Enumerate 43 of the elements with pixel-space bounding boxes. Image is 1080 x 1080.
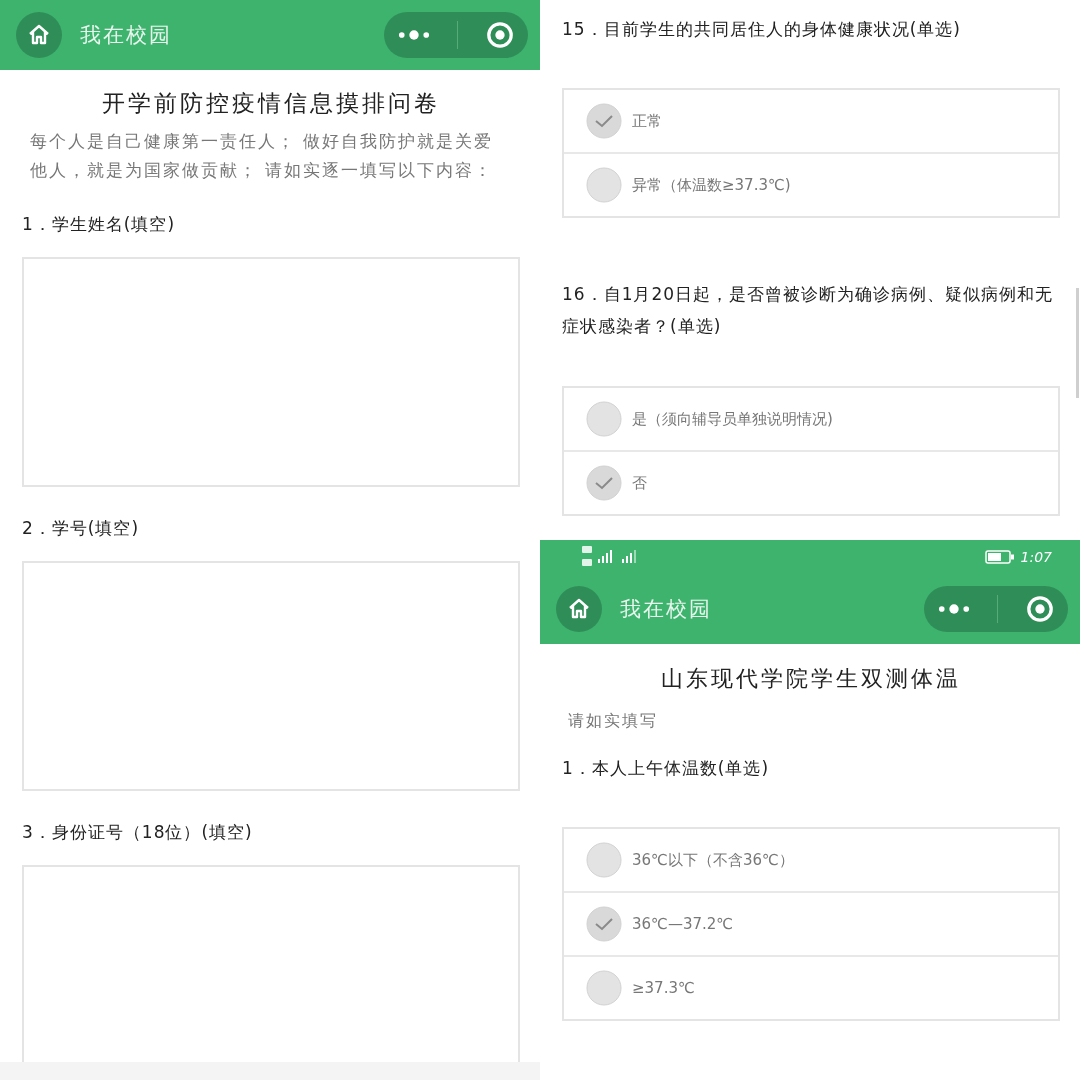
option-label: 否 bbox=[632, 473, 647, 493]
radio-button[interactable] bbox=[586, 167, 622, 203]
option-row[interactable]: 36℃以下（不含36℃） bbox=[564, 829, 1058, 891]
radio-button[interactable] bbox=[586, 401, 622, 437]
form-intro: 每个人是自己健康第一责任人； 做好自我防护就是关爱他人，就是为国家做贡献； 请如实逐一填写以下内容： bbox=[30, 130, 495, 182]
form-title: 开学前防控疫情信息摸排问卷 bbox=[101, 89, 441, 118]
question-label: 1．学生姓名(填空) bbox=[22, 213, 177, 236]
option-row[interactable]: 是（须向辅导员单独说明情况) bbox=[564, 388, 1058, 450]
radio-button[interactable] bbox=[586, 842, 622, 878]
question-label: 1．本人上午体温数(单选) bbox=[562, 757, 771, 780]
question-label: 15．目前学生的共同居住人的身体健康状况(单选) bbox=[562, 18, 962, 41]
radio-button[interactable] bbox=[586, 103, 622, 139]
option-label: 是（须向辅导员单独说明情况) bbox=[632, 409, 833, 429]
option-label: ≥37.3℃ bbox=[632, 979, 695, 997]
form-intro: 请如实填写 bbox=[568, 710, 659, 732]
radio-button[interactable] bbox=[586, 465, 622, 501]
nav-title: 我在校园 bbox=[620, 596, 712, 623]
close-icon[interactable] bbox=[1026, 595, 1055, 623]
option-row[interactable]: 异常（体温数≥37.3℃) bbox=[564, 152, 1058, 216]
more-icon[interactable] bbox=[397, 29, 430, 41]
form-title: 山东现代学院学生双测体温 bbox=[660, 665, 962, 693]
option-row[interactable]: ≥37.3℃ bbox=[564, 955, 1058, 1019]
home-button[interactable] bbox=[556, 586, 602, 632]
question-label: 3．身份证号（18位）(填空) bbox=[22, 821, 254, 844]
question-label: 2．学号(填空) bbox=[22, 517, 141, 540]
option-row[interactable]: 正常 bbox=[564, 90, 1058, 152]
home-button[interactable] bbox=[16, 12, 62, 58]
option-row[interactable]: 36℃—37.2℃ bbox=[564, 891, 1058, 955]
close-icon[interactable] bbox=[486, 21, 515, 49]
radio-button[interactable] bbox=[586, 906, 622, 942]
option-label: 36℃以下（不含36℃） bbox=[632, 850, 794, 870]
more-icon[interactable] bbox=[937, 603, 970, 615]
option-row[interactable]: 否 bbox=[564, 450, 1058, 514]
option-label: 36℃—37.2℃ bbox=[632, 915, 734, 933]
nav-title: 我在校园 bbox=[80, 22, 172, 49]
radio-button[interactable] bbox=[586, 970, 622, 1006]
option-label: 正常 bbox=[632, 111, 662, 131]
home-icon bbox=[567, 597, 591, 621]
question-label: 16．自1月20日起，是否曾被诊断为确诊病例、疑似病例和无症状感染者？(单选) bbox=[562, 283, 1055, 338]
home-icon bbox=[27, 23, 51, 47]
option-label: 异常（体温数≥37.3℃) bbox=[632, 175, 791, 195]
battery-icon bbox=[984, 550, 1015, 564]
clock-time: 1:07 bbox=[1020, 549, 1052, 565]
